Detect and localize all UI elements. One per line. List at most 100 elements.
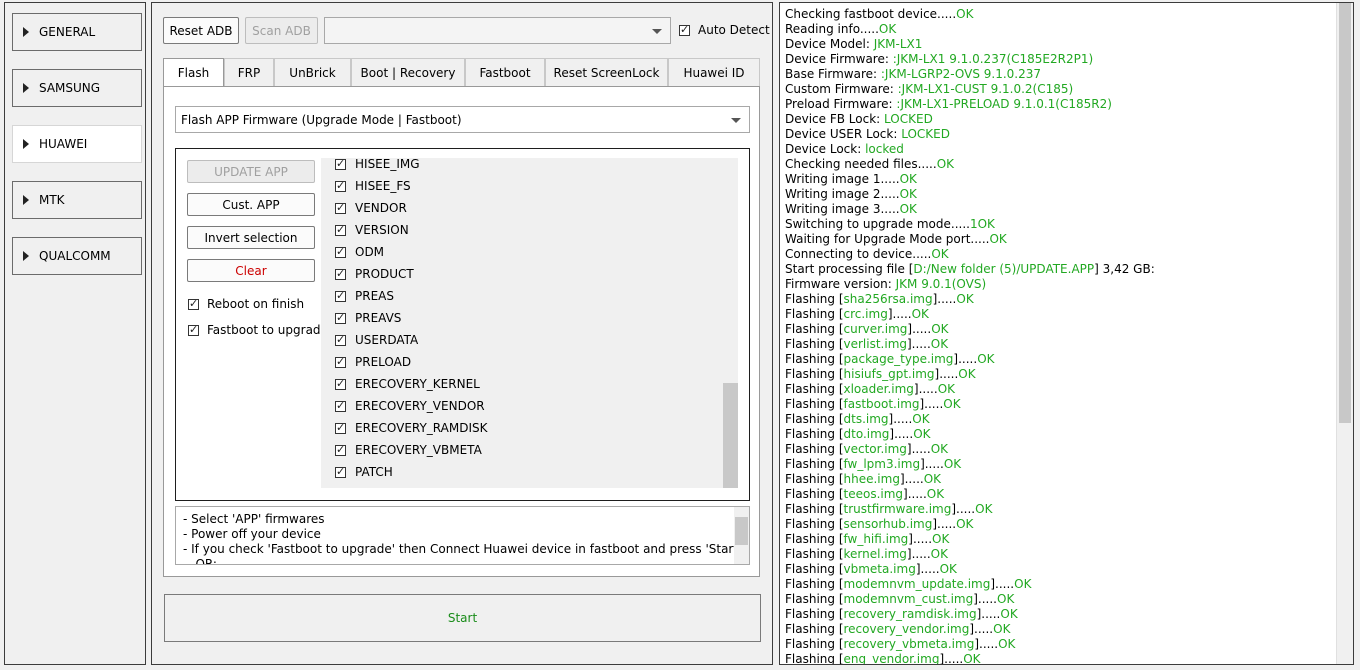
update-app-button[interactable]: UPDATE APP [187,160,315,183]
log-line: Device Model: JKM-LX1 [785,37,922,52]
log-line: Firmware version: JKM 9.0.1(OVS) [785,277,986,292]
log-line: Flashing [recovery_vbmeta.img].....OK [785,637,1015,652]
partition-item[interactable]: ODM [335,241,384,263]
checkbox-checked-icon [335,377,346,390]
flash-mode-select[interactable]: Flash APP Firmware (Upgrade Mode | Fastb… [175,106,750,133]
partition-label: ERECOVERY_RAMDISK [355,421,488,435]
log-text: Flashing [ [785,532,844,546]
instructions-box: - Select 'APP' firmwares - Power off you… [175,506,750,565]
scan-adb-button[interactable]: Scan ADB [245,17,318,44]
scrollbar-thumb[interactable] [723,383,738,488]
log-highlight: :JKM-LX1-PRELOAD 9.1.0.1(C185R2) [896,97,1112,111]
partition-item[interactable]: HISEE_IMG [335,158,420,175]
partition-item[interactable]: ERECOVERY_RAMDISK [335,417,488,439]
partition-item[interactable]: PREAS [335,285,394,307]
reset-adb-button[interactable]: Reset ADB [163,17,239,44]
log-highlight: vector.img [843,442,907,456]
log-line: Flashing [eng_vendor.img].....OK [785,652,981,664]
checkbox-checked-icon [335,267,346,280]
chevron-right-icon [23,251,29,261]
partition-item[interactable]: HISEE_FS [335,175,411,197]
log-line: Flashing [dts.img].....OK [785,412,930,427]
log-text: Device Model: [785,37,874,51]
log-highlight: teeos.img [843,487,904,501]
reboot-on-finish-checkbox[interactable]: Reboot on finish [188,297,304,311]
log-text: Flashing [ [785,457,844,471]
chevron-down-icon [652,28,662,34]
log-suffix: ]..... [906,547,931,561]
tab-unbrick[interactable]: UnBrick [274,58,351,86]
partition-label: ERECOVERY_KERNEL [355,377,480,391]
log-ok: OK [993,622,1011,636]
log-text: Flashing [ [785,382,844,396]
tab-reset-screenlock[interactable]: Reset ScreenLock [545,58,668,86]
log-line: Flashing [kernel.img].....OK [785,547,948,562]
tab-fastboot[interactable]: Fastboot [465,58,545,86]
log-suffix: ]..... [908,532,933,546]
log-suffix: ]..... [976,607,1001,621]
partition-label: HISEE_FS [355,179,411,193]
log-line: Writing image 1.....OK [785,172,917,187]
log-ok: OK [930,442,949,456]
log-ok: OK [943,397,961,411]
partition-item[interactable]: ERECOVERY_VENDOR [335,395,485,417]
log-highlight: :JKM-LGRP2-OVS 9.1.0.237 [880,67,1042,81]
log-highlight: fw_hifi.img [843,532,909,546]
partition-item[interactable]: VENDOR [335,197,407,219]
log-highlight: vbmeta.img [843,562,916,576]
partition-item[interactable]: PRELOAD [335,351,411,373]
partition-item[interactable]: PRODUCT [335,263,414,285]
log-line: Flashing [recovery_ramdisk.img].....OK [785,607,1018,622]
partition-label: PRELOAD [355,355,412,369]
auto-detect-checkbox[interactable]: Auto Detect [679,23,770,37]
sidebar-item-general[interactable]: GENERAL [12,13,142,51]
tab-frp[interactable]: FRP [224,58,274,86]
invert-selection-button[interactable]: Invert selection [187,226,315,249]
sidebar-item-samsung[interactable]: SAMSUNG [12,69,142,107]
log-text: Flashing [ [785,487,844,501]
chevron-right-icon [23,27,29,37]
sidebar-item-huawei[interactable]: HUAWEI [12,125,142,163]
log-text: Flashing [ [785,472,844,486]
partition-label: VERSION [355,223,409,237]
log-line: Flashing [verlist.img].....OK [785,337,948,352]
log-text: Flashing [ [785,517,844,531]
log-highlight: dts.img [843,412,889,426]
log-suffix: ]..... [889,427,914,441]
log-line: Writing image 2.....OK [785,187,917,202]
instructions-scrollbar[interactable] [734,507,749,564]
tab-huawei-id[interactable]: Huawei ID [668,58,760,86]
sidebar-item-qualcomm[interactable]: QUALCOMM [12,237,142,275]
scrollbar-thumb[interactable] [1339,3,1351,423]
clear-button[interactable]: Clear [187,259,315,282]
start-button[interactable]: Start [164,594,761,642]
device-select[interactable] [324,17,671,44]
partition-list-scrollbar[interactable] [723,158,738,488]
log-line: Flashing [modemnvm_update.img].....OK [785,577,1031,592]
partition-item[interactable]: ERECOVERY_VBMETA [335,439,482,461]
sidebar-item-mtk[interactable]: MTK [12,181,142,219]
log-suffix: ]..... [919,397,944,411]
checkbox-checked-icon [188,323,199,336]
log-highlight: OK [956,7,974,21]
log-text: Writing image 1..... [785,172,900,186]
log-line: Flashing [sha256rsa.img].....OK [785,292,974,307]
partition-item[interactable]: PREAVS [335,307,401,329]
partition-item[interactable]: USERDATA [335,329,418,351]
log-line: Device USER Lock: LOCKED [785,127,950,142]
cust-app-button[interactable]: Cust. APP [187,193,315,216]
checkbox-checked-icon [335,158,346,170]
partition-item[interactable]: ERECOVERY_KERNEL [335,373,480,395]
fastboot-to-upgrade-checkbox[interactable]: Fastboot to upgrade [188,323,328,337]
tab-flash[interactable]: Flash [163,58,224,87]
log-ok: OK [975,502,993,516]
log-highlight: LOCKED [901,127,950,141]
log-scrollbar[interactable] [1336,3,1353,664]
partition-item[interactable]: VERSION [335,219,409,241]
log-line: Connecting to device.....OK [785,247,949,262]
scrollbar-thumb[interactable] [735,517,748,545]
log-suffix: ] 3,42 GB: [1094,262,1155,276]
partition-item[interactable]: PATCH [335,461,393,483]
log-highlight: fastboot.img [843,397,920,411]
tab-boot-recovery[interactable]: Boot | Recovery [351,58,465,86]
